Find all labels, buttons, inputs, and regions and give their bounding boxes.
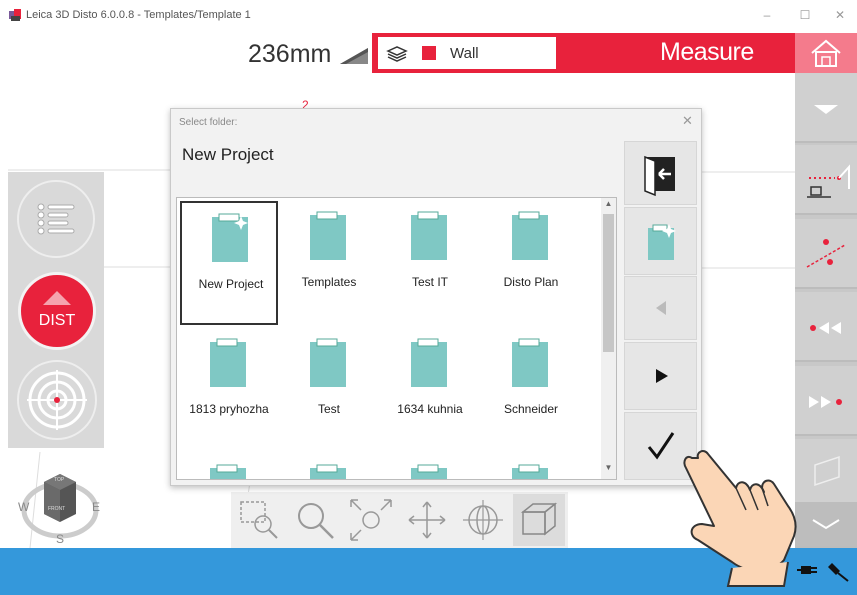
- folder-grid: New Project Templates Test IT Disto Plan…: [176, 197, 617, 480]
- current-folder-heading: New Project: [182, 145, 274, 164]
- fast-forward-icon: [809, 396, 842, 408]
- cube-front-label: FRONT: [48, 506, 66, 512]
- chevron-down-icon: [814, 105, 838, 114]
- folder-label: New Project: [198, 277, 264, 291]
- box-view-icon[interactable]: [513, 494, 565, 546]
- dropdown-button[interactable]: [795, 73, 857, 143]
- folder-icon: [310, 464, 346, 479]
- dialog-title: Select folder:: [179, 117, 238, 128]
- rewind-icon: [810, 322, 841, 334]
- folder-item[interactable]: Test IT: [381, 201, 479, 325]
- folder-item[interactable]: Schneider: [482, 328, 580, 452]
- home-button[interactable]: [795, 33, 857, 73]
- layers-icon: [386, 46, 408, 62]
- list-button[interactable]: [17, 180, 95, 258]
- folder-icon: [411, 338, 447, 387]
- compass-west: W: [18, 500, 30, 514]
- folder-icon: [310, 338, 346, 387]
- layer-color-swatch: [422, 46, 436, 60]
- offset-point-icon: [807, 164, 850, 198]
- triangle-up-icon: [43, 291, 71, 305]
- folder-item[interactable]: Test: [280, 328, 378, 452]
- exit-icon: [644, 155, 675, 197]
- folder-label: Schneider: [503, 402, 559, 416]
- folder-item[interactable]: 1634 kuhnia: [381, 328, 479, 452]
- scroll-up-arrow[interactable]: ▲: [601, 199, 616, 213]
- cube-top-label: TOP: [54, 477, 65, 483]
- view-compass[interactable]: W E S TOP FRONT: [16, 462, 106, 548]
- folder-label: Test IT: [411, 275, 448, 289]
- home-icon: [811, 39, 841, 67]
- connection-icon: [828, 563, 849, 582]
- fast-forward-button[interactable]: [795, 366, 857, 436]
- zoom-icon[interactable]: [289, 494, 341, 546]
- folder-icon: [512, 338, 548, 387]
- window-title: Leica 3D Disto 6.0.0.8 - Templates/Templ…: [26, 9, 251, 21]
- line-points-icon: [806, 239, 846, 268]
- target-icon: [27, 370, 87, 430]
- room-icon: [814, 455, 840, 487]
- zoom-extents-icon[interactable]: [345, 494, 397, 546]
- maximize-button[interactable]: ☐: [795, 6, 815, 24]
- scrollbar-thumb[interactable]: [603, 214, 614, 352]
- folder-icon: [411, 464, 447, 479]
- previous-button[interactable]: [624, 276, 697, 340]
- orbit-icon[interactable]: [457, 494, 509, 546]
- zoom-window-icon[interactable]: [233, 494, 285, 546]
- scroll-down-arrow[interactable]: ▼: [601, 463, 616, 477]
- measure-value: 236mm: [248, 40, 332, 68]
- folder-label: 1634 kuhnia: [397, 402, 463, 416]
- pointing-hand-icon: [683, 450, 797, 587]
- compass-south: S: [56, 532, 65, 546]
- exit-button[interactable]: [624, 141, 697, 205]
- mode-label: Measure: [660, 38, 754, 66]
- folder-item[interactable]: Templates: [280, 201, 378, 325]
- target-button[interactable]: [17, 360, 97, 440]
- close-window-button[interactable]: ✕: [830, 6, 850, 24]
- folder-label: 1813 pryhozha: [189, 402, 269, 416]
- scroll-down-button[interactable]: [795, 502, 857, 548]
- new-folder-icon: [212, 213, 248, 262]
- next-button[interactable]: [624, 342, 697, 410]
- rewind-button[interactable]: [795, 292, 857, 362]
- dist-label: DIST: [38, 312, 76, 329]
- folder-item[interactable]: 1813 pryhozha: [180, 328, 278, 452]
- folder-icon: [210, 464, 246, 479]
- folder-icon: [411, 211, 447, 260]
- list-icon: [37, 203, 75, 235]
- line-button[interactable]: [795, 219, 857, 289]
- folder-label: Templates: [301, 275, 357, 289]
- dialog-close-button[interactable]: ✕: [682, 113, 696, 129]
- folder-item[interactable]: Disto Plan: [482, 201, 580, 325]
- new-folder-button[interactable]: [624, 207, 697, 275]
- chevron-down-icon: [812, 519, 840, 530]
- ruler-icon[interactable]: [336, 40, 372, 70]
- dist-button[interactable]: [18, 272, 96, 350]
- minimize-button[interactable]: –: [757, 6, 777, 24]
- app-icon: [9, 9, 21, 21]
- folder-label: Disto Plan: [503, 275, 559, 289]
- folder-icon: [512, 464, 548, 479]
- folder-item[interactable]: New Project: [180, 201, 278, 325]
- compass-east: E: [92, 500, 101, 514]
- pan-icon[interactable]: [401, 494, 453, 546]
- triangle-left-icon: [656, 301, 666, 315]
- folder-label: Test: [317, 402, 340, 416]
- layer-name: Wall: [450, 45, 479, 62]
- power-plug-icon: [797, 566, 817, 574]
- offset-point-button[interactable]: [795, 145, 857, 215]
- folder-icon: [210, 338, 246, 387]
- new-folder-icon: [648, 224, 676, 260]
- folder-icon: [310, 211, 346, 260]
- room-button[interactable]: [795, 439, 857, 509]
- triangle-right-icon: [656, 369, 668, 383]
- folder-icon: [512, 211, 548, 260]
